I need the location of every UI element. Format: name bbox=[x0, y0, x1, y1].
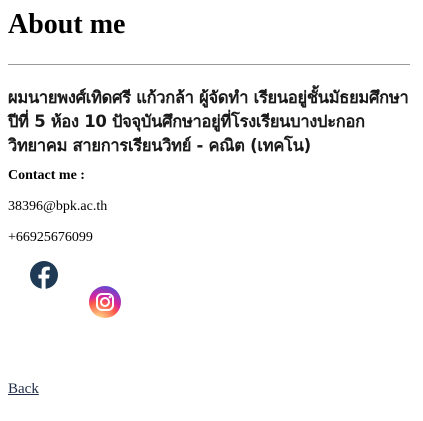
about-page: About me ผมนายพงศ์เทิดศรี แก้วกล้า ผู้จั… bbox=[8, 0, 413, 324]
back-link[interactable]: Back bbox=[8, 381, 39, 398]
page-title: About me bbox=[8, 9, 126, 40]
social-icons bbox=[8, 254, 413, 324]
bio-text: ผมนายพงศ์เทิดศรี แก้วกล้า ผู้จัดทำ เรียน… bbox=[8, 88, 409, 155]
contact-heading: Contact me : bbox=[8, 168, 85, 183]
contact-phone: +66925676099 bbox=[8, 230, 93, 245]
facebook-icon[interactable] bbox=[30, 261, 58, 289]
instagram-icon[interactable] bbox=[89, 286, 121, 318]
contact-email: 38396@bpk.ac.th bbox=[8, 199, 108, 214]
divider bbox=[8, 64, 410, 65]
